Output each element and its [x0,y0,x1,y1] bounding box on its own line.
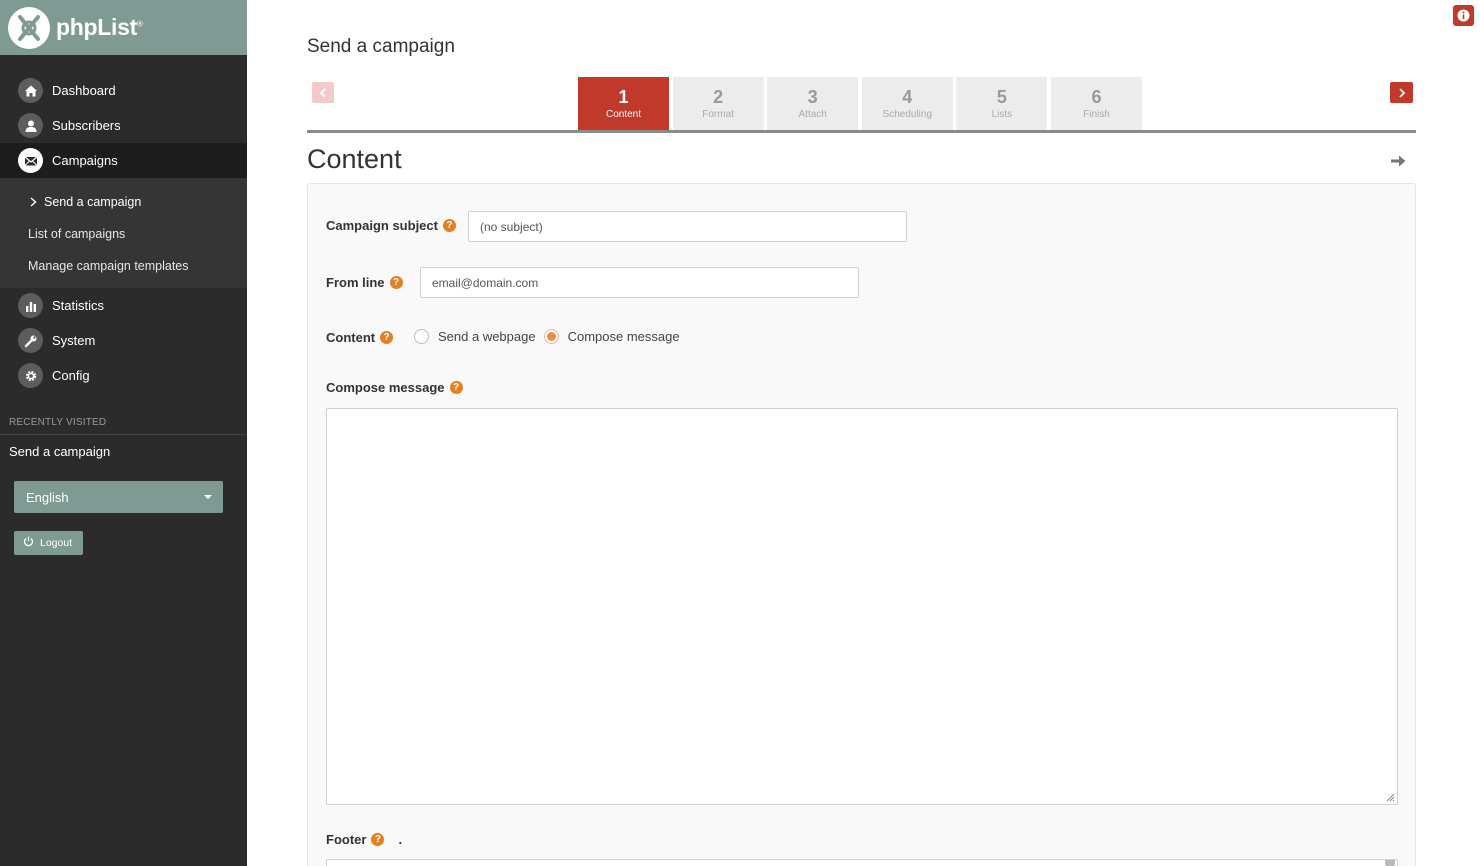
step-tab-scheduling[interactable]: 4 Scheduling [861,77,953,130]
step-label: Attach [798,109,827,120]
help-icon[interactable]: ? [442,219,456,232]
logout-label: Logout [40,537,73,549]
content-type-radio-group: Send a webpage Compose message [414,329,680,344]
compose-message-label-text: Compose message [326,380,445,395]
recently-visited-link[interactable]: Send a campaign [0,444,247,459]
nav-label-campaigns: Campaigns [52,153,118,168]
steps-divider [307,130,1416,133]
help-icon[interactable]: ? [389,276,403,289]
language-selected-value: English [26,489,69,505]
step-label: Scheduling [882,109,933,120]
step-tabs: 1 Content 2 Format 3 Attach 4 Scheduling… [578,77,1146,130]
nav-item-subscribers[interactable]: Subscribers [0,108,247,143]
step-number: 2 [713,87,724,107]
content-form-panel: Campaign subject ? (no subject) From lin… [307,183,1416,866]
main-nav: Dashboard Subscribers Campaigns Send a c… [0,73,247,393]
nav-label-dashboard: Dashboard [52,83,116,98]
help-icon[interactable]: ? [449,381,463,394]
bar-chart-icon [18,293,43,318]
subnav-item-send-campaign[interactable]: Send a campaign [0,186,247,218]
compose-message-radio-label[interactable]: Compose message [568,329,680,344]
send-webpage-radio[interactable] [414,329,429,344]
subnav-label-list: List of campaigns [28,227,126,241]
gear-icon [18,363,43,388]
scrollbar-thumb[interactable] [1385,860,1395,866]
user-icon [18,113,43,138]
footer-textarea[interactable] [326,859,1398,866]
brand-bar: phpList® [0,0,247,55]
from-line-label: From line ? [326,275,403,290]
language-select[interactable]: English [14,481,223,513]
phplist-logo-icon[interactable] [8,6,50,49]
nav-label-statistics: Statistics [52,298,105,313]
subnav-label-templates: Manage campaign templates [28,259,189,273]
campaign-subject-label-text: Campaign subject [326,218,438,233]
nav-label-config: Config [52,368,90,383]
compose-message-label: Compose message ? [326,380,463,395]
help-icon[interactable]: ? [380,331,394,344]
help-icon[interactable]: ? [371,833,385,846]
step-label: Lists [991,109,1013,120]
next-step-button[interactable] [1390,82,1413,103]
content-type-label-text: Content [326,330,376,345]
step-tab-content[interactable]: 1 Content [578,77,669,130]
step-number: 5 [996,87,1007,107]
nav-item-config[interactable]: Config [0,358,247,393]
recently-visited-heading: RECENTLY VISITED [0,417,247,435]
step-label: Content [605,109,642,120]
from-line-input[interactable]: email@domain.com [420,267,859,298]
nav-label-system: System [52,333,96,348]
envelope-icon [18,148,43,173]
nav-item-system[interactable]: System [0,323,247,358]
step-number: 1 [618,87,629,107]
caret-down-icon [204,495,212,499]
subnav-item-list-campaigns[interactable]: List of campaigns [0,218,247,250]
power-icon [23,536,34,550]
nav-item-statistics[interactable]: Statistics [0,288,247,323]
campaign-subject-value: (no subject) [480,219,543,234]
content-type-label: Content ? [326,330,394,345]
campaigns-subnav: Send a campaign List of campaigns Manage… [0,178,247,288]
chevron-right-icon [30,195,37,210]
arrow-right-icon[interactable] [1390,154,1407,173]
previous-step-button[interactable] [312,82,334,103]
nav-item-dashboard[interactable]: Dashboard [0,73,247,108]
from-line-placeholder: email@domain.com [432,275,539,290]
footer-label: Footer ? . [326,832,402,847]
step-tab-format[interactable]: 2 Format [672,77,764,130]
from-line-label-text: From line [326,275,385,290]
subnav-label-send: Send a campaign [44,195,142,209]
home-icon [18,78,43,103]
compose-message-radio[interactable] [543,329,559,344]
step-tab-lists[interactable]: 5 Lists [956,77,1048,130]
nav-item-campaigns[interactable]: Campaigns [0,143,247,178]
send-webpage-radio-label[interactable]: Send a webpage [438,329,536,344]
nav-label-subscribers: Subscribers [52,118,121,133]
subnav-item-templates[interactable]: Manage campaign templates [0,250,247,282]
step-number: 4 [902,87,913,107]
step-label: Format [702,109,734,120]
step-tab-finish[interactable]: 6 Finish [1050,77,1142,130]
step-label: Finish [1083,109,1110,120]
wrench-icon [18,328,43,353]
logout-button[interactable]: Logout [14,531,83,555]
resize-handle-icon[interactable] [1385,792,1395,802]
step-tab-attach[interactable]: 3 Attach [767,77,859,130]
step-number: 3 [807,87,818,107]
info-icon[interactable] [1453,5,1474,26]
brand-name: phpList® [56,14,143,40]
section-title: Content [307,144,402,174]
page-title: Send a campaign [307,36,455,57]
sidebar: phpList® Dashboard Subscribers Campaigns [0,0,247,866]
compose-message-textarea[interactable] [326,408,1398,805]
step-number: 6 [1091,87,1102,107]
campaign-subject-label: Campaign subject ? [326,218,456,233]
campaign-subject-input[interactable]: (no subject) [468,211,907,242]
footer-label-dot: . [398,832,403,847]
footer-label-text: Footer [326,832,367,847]
